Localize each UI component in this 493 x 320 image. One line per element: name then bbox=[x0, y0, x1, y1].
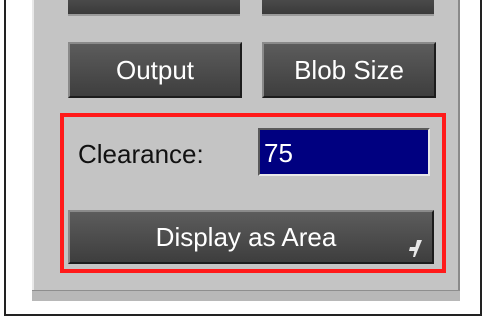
clearance-label: Clearance: bbox=[78, 139, 204, 169]
display-mode-dropdown[interactable]: Display as Area bbox=[68, 210, 434, 264]
button-top-left[interactable] bbox=[68, 0, 240, 16]
output-button[interactable]: Output bbox=[68, 42, 242, 98]
dropdown-arrow-icon bbox=[409, 240, 422, 257]
panel-bottom-edge bbox=[32, 290, 460, 301]
button-top-right[interactable] bbox=[262, 0, 434, 16]
display-mode-value: Display as Area bbox=[155, 221, 337, 252]
blob-size-button[interactable]: Blob Size bbox=[262, 42, 436, 98]
clearance-input[interactable]: 75 bbox=[258, 128, 430, 176]
